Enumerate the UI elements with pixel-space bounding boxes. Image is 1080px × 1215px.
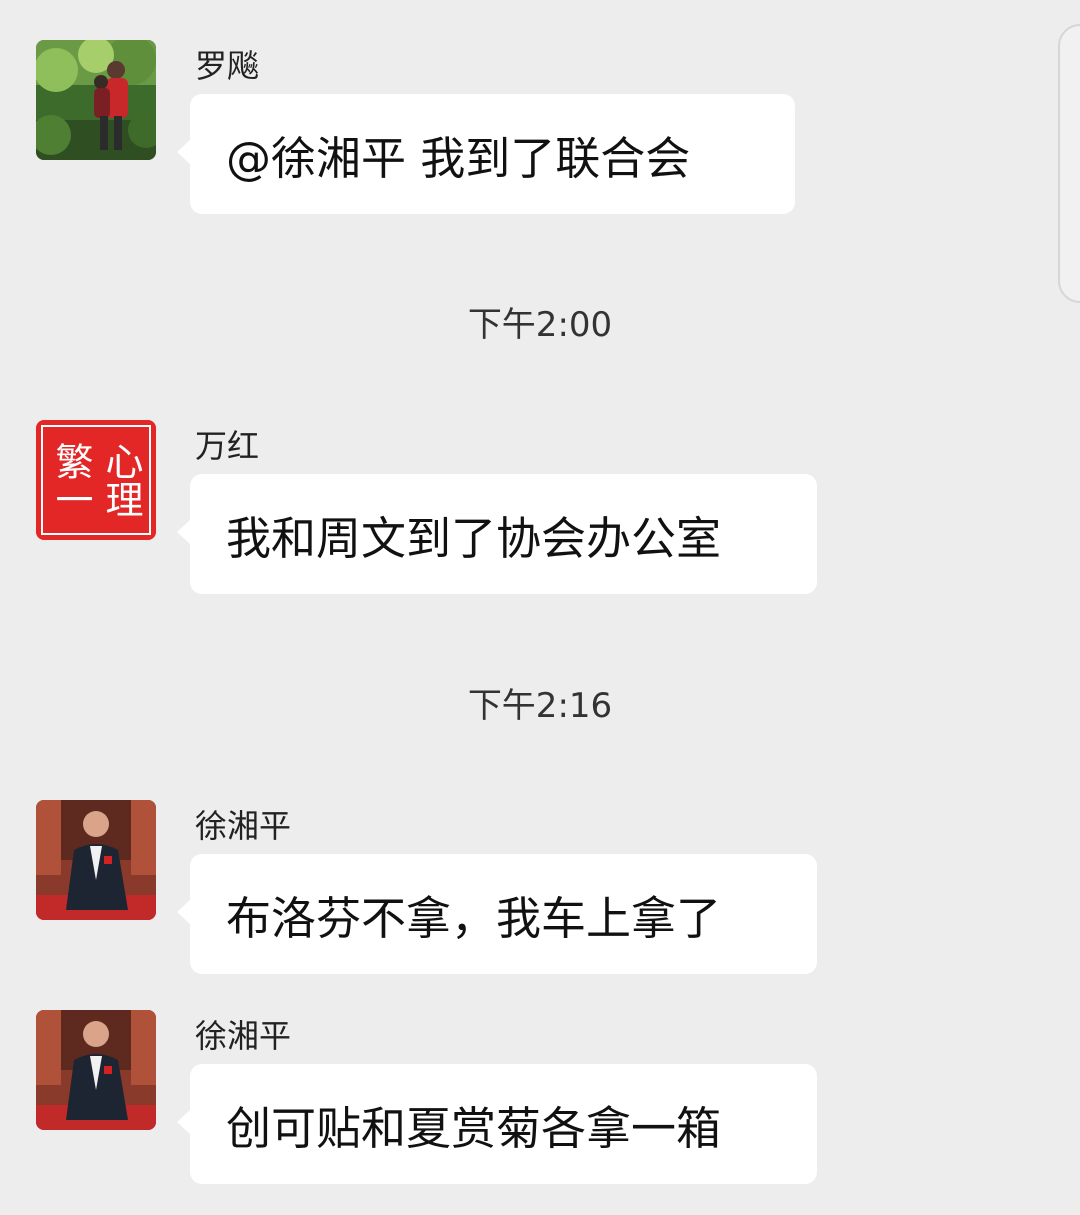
seal-text: 心理繁一: [49, 442, 143, 518]
chat-message-list[interactable]: 罗飚 @徐湘平 我到了联合会 下午2:00 心理繁一 万红 我和周文到了协会办公…: [0, 0, 1080, 1215]
avatar[interactable]: [36, 800, 156, 920]
sender-name: 徐湘平: [195, 1017, 292, 1055]
sender-name: 万红: [195, 427, 260, 465]
message-bubble[interactable]: @徐湘平 我到了联合会: [177, 94, 795, 214]
sender-name: 罗飚: [195, 47, 260, 85]
message-bubble[interactable]: 布洛芬不拿，我车上拿了: [177, 854, 817, 974]
timestamp: 下午2:00: [467, 305, 613, 345]
photo-avatar-garden-icon: [36, 40, 156, 160]
message-bubble[interactable]: 创可贴和夏赏菊各拿一箱: [177, 1064, 817, 1184]
avatar[interactable]: 心理繁一: [36, 420, 156, 540]
avatar[interactable]: [36, 40, 156, 160]
timestamp: 下午2:16: [467, 686, 613, 726]
photo-avatar-man-icon: [36, 800, 156, 920]
message-bubble[interactable]: 我和周文到了协会办公室: [177, 474, 817, 594]
avatar[interactable]: [36, 1010, 156, 1130]
sender-name: 徐湘平: [195, 807, 292, 845]
photo-avatar-man-icon: [36, 1010, 156, 1130]
side-panel-edge[interactable]: [1058, 24, 1080, 303]
